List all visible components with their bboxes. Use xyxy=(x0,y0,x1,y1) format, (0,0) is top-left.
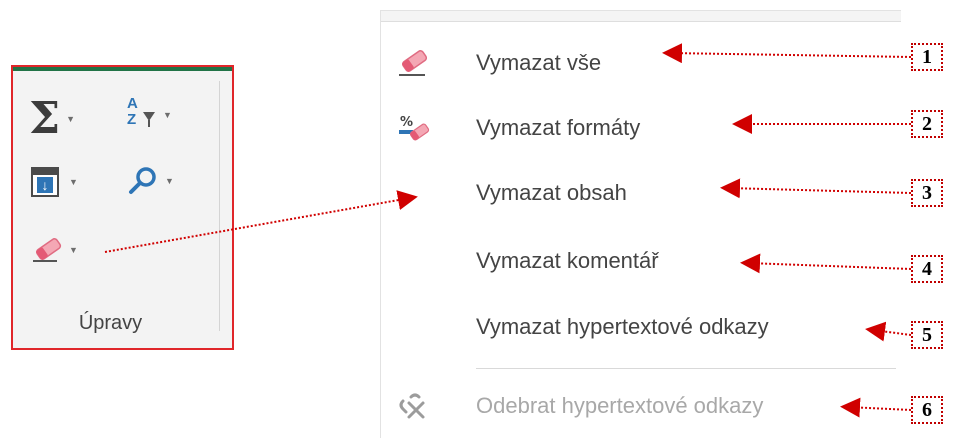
clear-button[interactable]: ▼ xyxy=(31,237,78,263)
eraser-icon xyxy=(399,50,428,76)
ribbon-accent-line xyxy=(13,67,232,71)
eraser-icon xyxy=(33,238,62,262)
menu-item-label: Vymazat obsah xyxy=(476,180,627,205)
menu-top-bar xyxy=(381,11,901,22)
callout-1: 1 xyxy=(911,43,943,71)
menu-separator xyxy=(476,368,896,369)
menu-item-label: Vymazat vše xyxy=(476,50,602,75)
menu-item-label: Vymazat komentář xyxy=(476,248,659,273)
svg-text:%: % xyxy=(400,115,413,130)
menu-item-remove-hyperlinks: Odebrat hypertextové odkazy xyxy=(381,383,901,429)
chevron-down-icon: ▼ xyxy=(165,176,174,186)
menu-item-clear-hyperlinks[interactable]: Vymazat hypertextové odkazy xyxy=(381,304,901,350)
menu-item-clear-all[interactable]: Vymazat vše xyxy=(381,40,901,86)
callout-2: 2 xyxy=(911,110,943,138)
menu-item-clear-comments[interactable]: Vymazat komentář xyxy=(381,238,901,284)
chevron-down-icon: ▼ xyxy=(66,114,76,124)
ribbon-divider xyxy=(219,81,220,331)
menu-item-label: Vymazat hypertextové odkazy xyxy=(476,314,769,339)
menu-item-clear-contents[interactable]: Vymazat obsah xyxy=(381,170,901,216)
fill-icon: ↓ xyxy=(31,167,59,197)
menu-item-clear-formats[interactable]: % Vymazat formáty xyxy=(381,105,901,151)
callout-5: 5 xyxy=(911,321,943,349)
group-label: Úpravy xyxy=(78,312,143,334)
clear-menu: Vymazat vše % Vymazat formáty Vymazat ob… xyxy=(380,10,901,438)
autosum-icon: Σ xyxy=(29,93,61,144)
remove-hyperlink-icon xyxy=(399,393,425,419)
callout-6: 6 xyxy=(911,396,943,424)
chevron-down-icon: ▼ xyxy=(69,177,78,187)
clear-formats-icon: % xyxy=(399,115,430,141)
ribbon-group-editing: Σ ▼ AZ ▼ ↓ ▼ ▼ ▼ Úpravy xyxy=(11,65,234,350)
find-select-icon xyxy=(129,167,156,194)
sort-filter-button[interactable]: AZ ▼ xyxy=(125,95,172,135)
menu-item-label: Odebrat hypertextové odkazy xyxy=(476,393,764,418)
sort-filter-icon: AZ xyxy=(125,95,163,135)
callout-3: 3 xyxy=(911,179,943,207)
fill-button[interactable]: ↓ ▼ xyxy=(31,167,78,197)
chevron-down-icon: ▼ xyxy=(163,110,172,120)
menu-item-label: Vymazat formáty xyxy=(476,115,641,140)
find-select-button[interactable]: ▼ xyxy=(127,165,174,197)
callout-4: 4 xyxy=(911,255,943,283)
autosum-button[interactable]: Σ ▼ xyxy=(29,97,75,141)
chevron-down-icon: ▼ xyxy=(69,245,78,255)
